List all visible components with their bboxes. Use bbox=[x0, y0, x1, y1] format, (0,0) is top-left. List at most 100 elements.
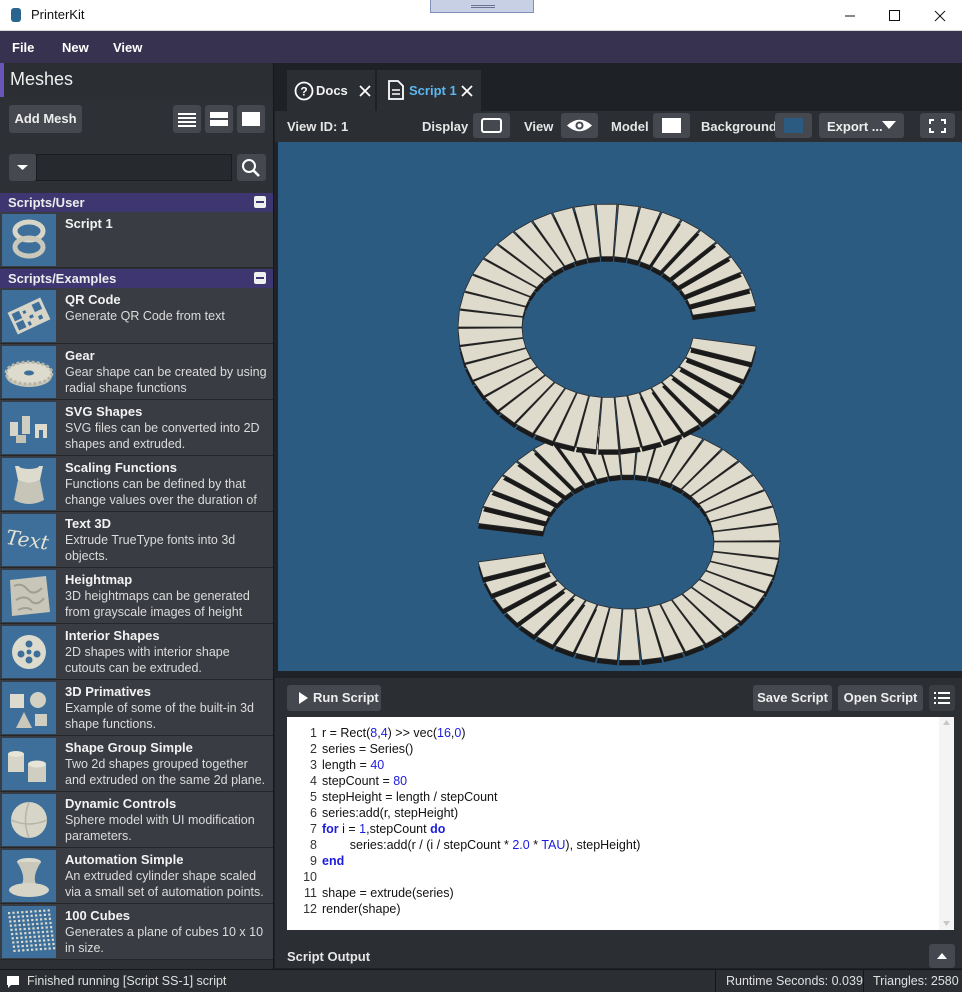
menu-new[interactable]: New bbox=[62, 40, 89, 55]
minimize-icon bbox=[845, 15, 855, 17]
sphere-thumbnail bbox=[2, 794, 56, 846]
maximize-icon bbox=[889, 10, 900, 21]
list-item[interactable]: SVG Shapes SVG files can be converted in… bbox=[0, 400, 273, 456]
tab-label: Docs bbox=[316, 83, 348, 98]
background-color-button[interactable] bbox=[775, 113, 812, 138]
interior-shapes-thumbnail bbox=[2, 626, 56, 678]
mesh-description: SVG files can be converted into 2D shape… bbox=[65, 421, 260, 451]
list-item[interactable]: Interior Shapes 2D shapes with interior … bbox=[0, 624, 273, 680]
close-button[interactable] bbox=[916, 0, 962, 31]
list-numbered-icon bbox=[934, 692, 950, 704]
open-script-button[interactable]: Open Script bbox=[838, 685, 923, 711]
mesh-name: Heightmap bbox=[65, 572, 133, 587]
list-item[interactable]: Script 1 bbox=[0, 212, 273, 268]
shape-group-thumbnail bbox=[2, 738, 56, 790]
mesh-name: Automation Simple bbox=[65, 852, 184, 867]
tab-docs[interactable]: ? Docs bbox=[287, 70, 375, 111]
list-item[interactable]: Automation Simple An extruded cylinder s… bbox=[0, 848, 273, 904]
spiral-stair-thumbnail bbox=[2, 214, 56, 266]
list-item[interactable]: 100 Cubes Generates a plane of cubes 10 … bbox=[0, 904, 273, 960]
play-icon bbox=[299, 692, 308, 704]
mesh-description: Extrude TrueType fonts into 3d objects. bbox=[65, 533, 236, 563]
view-label: View bbox=[524, 119, 554, 134]
mesh-description: 2D shapes with interior shape cutouts ca… bbox=[65, 645, 230, 675]
list-item[interactable]: Text Text 3D Extrude TrueType fonts into… bbox=[0, 512, 273, 568]
list-item[interactable]: 3D Primatives Example of some of the bui… bbox=[0, 680, 273, 736]
collapse-icon[interactable] bbox=[254, 196, 266, 208]
mesh-name: 3D Primatives bbox=[65, 684, 151, 699]
document-icon bbox=[388, 80, 404, 100]
svg-text:?: ? bbox=[300, 85, 307, 99]
mesh-name: Shape Group Simple bbox=[65, 740, 193, 755]
mesh-name: Interior Shapes bbox=[65, 628, 160, 643]
collapse-icon[interactable] bbox=[254, 272, 266, 284]
chevron-down-icon bbox=[17, 165, 28, 170]
mesh-name: SVG Shapes bbox=[65, 404, 143, 419]
display-mode-icon bbox=[481, 118, 502, 133]
chevron-down-icon bbox=[882, 121, 896, 129]
export-dropdown[interactable]: Export ... bbox=[819, 113, 904, 138]
section-header-user[interactable]: Scripts/User bbox=[0, 193, 273, 212]
search-button[interactable] bbox=[237, 154, 266, 181]
split-view-button[interactable] bbox=[205, 105, 233, 133]
section-title: Scripts/Examples bbox=[8, 271, 117, 286]
run-script-button[interactable]: Run Script bbox=[287, 685, 381, 711]
mesh-description: An extruded cylinder shape scaled via a … bbox=[65, 869, 264, 899]
viewport-toolbar: View ID: 1 Display View Model Background… bbox=[275, 111, 962, 142]
section-header-examples[interactable]: Scripts/Examples bbox=[0, 269, 273, 288]
close-icon bbox=[934, 10, 946, 22]
run-script-label: Run Script bbox=[313, 690, 379, 705]
search-filter-dropdown[interactable] bbox=[9, 154, 36, 181]
display-button[interactable] bbox=[473, 113, 510, 138]
editor-scrollbar[interactable] bbox=[939, 717, 954, 930]
add-mesh-button[interactable]: Add Mesh bbox=[9, 105, 82, 133]
save-script-button[interactable]: Save Script bbox=[753, 685, 832, 711]
background-color-swatch bbox=[784, 118, 803, 133]
help-icon: ? bbox=[294, 81, 314, 101]
script-panel: Run Script Save Script Open Script 1r = … bbox=[275, 678, 962, 968]
single-view-icon bbox=[242, 112, 260, 126]
runtime-seconds: Runtime Seconds: 0.039 bbox=[726, 974, 863, 988]
list-item[interactable]: Dynamic Controls Sphere model with UI mo… bbox=[0, 792, 273, 848]
outline-button[interactable] bbox=[929, 685, 955, 711]
eye-icon bbox=[567, 119, 592, 132]
fullscreen-button[interactable] bbox=[920, 113, 955, 138]
list-item[interactable]: QR Code Generate QR Code from text bbox=[0, 288, 273, 344]
mesh-name: 100 Cubes bbox=[65, 908, 131, 923]
tab-script-1[interactable]: Script 1 bbox=[377, 70, 481, 111]
list-item[interactable]: Gear Gear shape can be created by using … bbox=[0, 344, 273, 400]
mesh-description: Generate QR Code from text bbox=[65, 309, 225, 323]
list-view-button[interactable] bbox=[173, 105, 201, 133]
menu-view[interactable]: View bbox=[113, 40, 142, 55]
mesh-name: Text 3D bbox=[65, 516, 111, 531]
display-label: Display bbox=[422, 119, 469, 134]
tab-bar: ? Docs Script 1 bbox=[275, 63, 962, 111]
list-item[interactable]: Scaling Functions Functions can be defin… bbox=[0, 456, 273, 512]
code-editor[interactable]: 1r = Rect(8,4) >> vec(16,0) 2 series = Se… bbox=[287, 717, 954, 930]
status-bar: Finished running [Script SS-1] script Ru… bbox=[0, 969, 962, 992]
list-item[interactable]: Heightmap 3D heightmaps can be generated… bbox=[0, 568, 273, 624]
menu-file[interactable]: File bbox=[12, 40, 34, 55]
expand-output-button[interactable] bbox=[929, 944, 955, 968]
script-output-bar[interactable]: Script Output bbox=[275, 944, 962, 968]
model-color-button[interactable] bbox=[653, 113, 690, 138]
chevron-up-icon bbox=[937, 953, 947, 959]
model-color-swatch bbox=[662, 118, 681, 133]
window-title: PrinterKit bbox=[31, 7, 85, 22]
sidebar: Meshes Add Mesh Scripts/User Script 1 Sc… bbox=[0, 63, 274, 969]
3d-viewport[interactable] bbox=[278, 142, 962, 671]
minimize-button[interactable] bbox=[826, 0, 872, 31]
model-label: Model bbox=[611, 119, 649, 134]
mesh-description: 3D heightmaps can be generated from gray… bbox=[65, 589, 250, 619]
triangle-count: Triangles: 2580 bbox=[873, 974, 959, 988]
drag-handle[interactable] bbox=[430, 0, 534, 13]
single-view-button[interactable] bbox=[237, 105, 265, 133]
view-button[interactable] bbox=[561, 113, 598, 138]
maximize-button[interactable] bbox=[871, 0, 917, 31]
mesh-name: Gear bbox=[65, 348, 95, 363]
search-input[interactable] bbox=[36, 154, 232, 181]
export-label: Export ... bbox=[827, 119, 883, 134]
list-item[interactable]: Shape Group Simple Two 2d shapes grouped… bbox=[0, 736, 273, 792]
close-tab-icon[interactable] bbox=[461, 85, 473, 97]
close-tab-icon[interactable] bbox=[359, 85, 371, 97]
